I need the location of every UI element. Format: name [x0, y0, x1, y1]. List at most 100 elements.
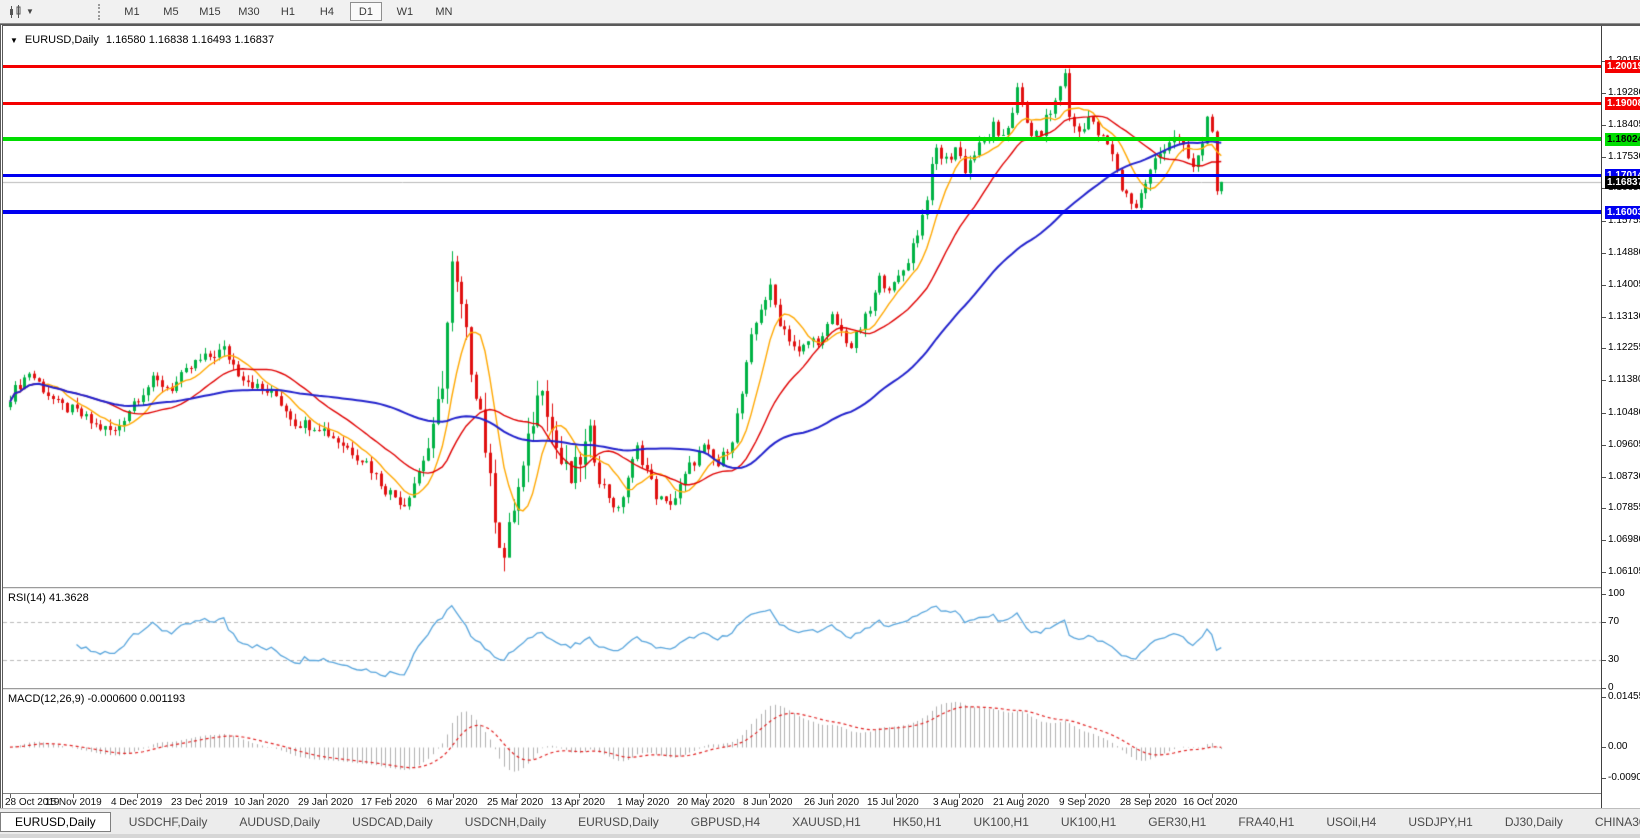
- macd-label: MACD(12,26,9) -0.000600 0.001193: [8, 693, 185, 705]
- timeframe-button-m5[interactable]: M5: [155, 2, 187, 21]
- date-axis-label: 3 Aug 2020: [933, 797, 984, 808]
- axis-tick-mark: [1602, 93, 1606, 94]
- axis-tick-mark: [1602, 747, 1606, 748]
- chart-tab-uk100-h1[interactable]: UK100,H1: [960, 812, 1043, 832]
- dropdown-caret-icon: ▼: [26, 8, 34, 16]
- chart-tab-dj30-daily[interactable]: DJ30,Daily: [1491, 812, 1577, 832]
- chart-window: ▼ EURUSD,Daily 1.16580 1.16838 1.16493 1…: [0, 24, 1640, 808]
- level-price-badge-1.20019: 1.20019: [1605, 60, 1640, 73]
- chart-tab-gbpusd-h4[interactable]: GBPUSD,H4: [677, 812, 774, 832]
- price-axis-label: 1.06980: [1608, 534, 1640, 545]
- axis-tick-mark: [1602, 477, 1606, 478]
- rsi-axis-label: 30: [1608, 654, 1619, 665]
- chart-symbol-label: EURUSD,Daily: [25, 34, 99, 46]
- chart-tab-uk100-h1[interactable]: UK100,H1: [1047, 812, 1130, 832]
- date-axis-label: 1 May 2020: [617, 797, 669, 808]
- rsi-axis-label: 70: [1608, 616, 1619, 627]
- date-axis-label: 6 Mar 2020: [427, 797, 478, 808]
- rsi-axis-label: 100: [1608, 588, 1625, 599]
- horizontal-level-line-1.16003[interactable]: [3, 210, 1601, 214]
- price-axis-label: 1.10480: [1608, 407, 1640, 418]
- collapse-triangle-icon: ▼: [10, 36, 18, 45]
- price-axis-label: 1.18405: [1608, 119, 1640, 130]
- date-axis-label: 15 Jul 2020: [867, 797, 919, 808]
- chart-tab-china300-h1[interactable]: CHINA300,H1: [1581, 812, 1640, 832]
- current-price-badge: 1.16837: [1605, 176, 1640, 189]
- axis-tick-mark: [1602, 348, 1606, 349]
- axis-tick-mark: [1602, 688, 1606, 689]
- timeframe-buttons: M1 M5 M15 M30 H1 H4 D1 W1 MN: [116, 2, 467, 21]
- macd-pane[interactable]: MACD(12,26,9) -0.000600 0.001193: [3, 690, 1601, 792]
- axis-tick-mark: [1602, 660, 1606, 661]
- timeframe-button-w1[interactable]: W1: [389, 2, 421, 21]
- date-axis-label: 4 Dec 2019: [111, 797, 162, 808]
- horizontal-level-line-1.19008[interactable]: [3, 102, 1601, 105]
- macd-axis-label: 0.014556: [1608, 691, 1640, 702]
- level-price-badge-1.18024: 1.18024: [1605, 133, 1640, 146]
- chart-tab-usdjpy-h1[interactable]: USDJPY,H1: [1394, 812, 1486, 832]
- axis-tick-mark: [1602, 622, 1606, 623]
- date-axis-label: 29 Jan 2020: [298, 797, 353, 808]
- date-axis-label: 26 Jun 2020: [804, 797, 859, 808]
- axis-tick-mark: [1602, 445, 1606, 446]
- timeframe-button-m15[interactable]: M15: [194, 2, 226, 21]
- level-price-badge-1.19008: 1.19008: [1605, 97, 1640, 110]
- chart-tab-usdcnh-daily[interactable]: USDCNH,Daily: [451, 812, 560, 832]
- price-axis-label: 1.06105: [1608, 566, 1640, 577]
- horizontal-level-line-1.18024[interactable]: [3, 137, 1601, 141]
- chart-tab-eurusd-daily[interactable]: EURUSD,Daily: [0, 812, 111, 832]
- date-axis-label: 23 Dec 2019: [171, 797, 228, 808]
- chart-tab-usdchf-daily[interactable]: USDCHF,Daily: [115, 812, 222, 832]
- price-axis-label: 1.12255: [1608, 342, 1640, 353]
- chart-tab-eurusd-daily[interactable]: EURUSD,Daily: [564, 812, 673, 832]
- date-axis-label: 17 Feb 2020: [361, 797, 417, 808]
- horizontal-level-line-1.17014[interactable]: [3, 174, 1601, 177]
- horizontal-level-line-1.20019[interactable]: [3, 65, 1601, 68]
- candlestick-chart-icon: [8, 5, 24, 19]
- price-axis[interactable]: 1.201551.192801.184051.175301.166551.157…: [1601, 26, 1640, 808]
- price-axis-label: 1.13130: [1608, 311, 1640, 322]
- chart-tab-ger30-h1[interactable]: GER30,H1: [1134, 812, 1220, 832]
- chart-tab-usoil-h4[interactable]: USOil,H4: [1312, 812, 1390, 832]
- axis-tick-mark: [1602, 508, 1606, 509]
- timeframe-button-h1[interactable]: H1: [272, 2, 304, 21]
- chart-header: ▼ EURUSD,Daily 1.16580 1.16838 1.16493 1…: [10, 34, 274, 46]
- axis-tick-mark: [1602, 253, 1606, 254]
- price-axis-label: 1.14880: [1608, 247, 1640, 258]
- date-axis[interactable]: 28 Oct 201915 Nov 20194 Dec 201923 Dec 2…: [3, 793, 1601, 809]
- axis-tick-mark: [1602, 125, 1606, 126]
- date-axis-label: 25 Mar 2020: [487, 797, 543, 808]
- price-axis-label: 1.08730: [1608, 471, 1640, 482]
- axis-tick-mark: [1602, 157, 1606, 158]
- chart-tab-xauusd-h1[interactable]: XAUUSD,H1: [778, 812, 875, 832]
- timeframe-button-m1[interactable]: M1: [116, 2, 148, 21]
- price-axis-label: 1.14005: [1608, 279, 1640, 290]
- chart-tab-audusd-daily[interactable]: AUDUSD,Daily: [225, 812, 334, 832]
- axis-tick-mark: [1602, 221, 1606, 222]
- timeframe-button-h4[interactable]: H4: [311, 2, 343, 21]
- timeframe-button-m30[interactable]: M30: [233, 2, 265, 21]
- chart-tab-fra40-h1[interactable]: FRA40,H1: [1224, 812, 1308, 832]
- date-axis-label: 13 Apr 2020: [551, 797, 605, 808]
- chart-tab-bar: EURUSD,DailyUSDCHF,DailyAUDUSD,DailyUSDC…: [0, 808, 1640, 834]
- axis-tick-mark: [1602, 697, 1606, 698]
- rsi-pane[interactable]: RSI(14) 41.3628: [3, 589, 1601, 688]
- price-chart-pane[interactable]: ▼ EURUSD,Daily 1.16580 1.16838 1.16493 1…: [3, 29, 1601, 587]
- chart-tab-hk50-h1[interactable]: HK50,H1: [879, 812, 956, 832]
- timeframe-button-mn[interactable]: MN: [428, 2, 460, 21]
- price-axis-label: 1.17530: [1608, 151, 1640, 162]
- date-axis-label: 21 Aug 2020: [993, 797, 1049, 808]
- macd-axis-label: -0.009003: [1608, 772, 1640, 783]
- price-axis-label: 1.11380: [1608, 374, 1640, 385]
- status-strip: [0, 834, 1640, 838]
- toolbar: ▼ M1 M5 M15 M30 H1 H4 D1 W1 MN: [0, 0, 1640, 24]
- chart-tab-usdcad-daily[interactable]: USDCAD,Daily: [338, 812, 447, 832]
- toolbar-grip[interactable]: [98, 4, 102, 20]
- trading-terminal: ▼ M1 M5 M15 M30 H1 H4 D1 W1 MN ▼ EURUSD,Daily 1.…: [0, 0, 1640, 838]
- date-axis-label: 10 Jan 2020: [234, 797, 289, 808]
- chart-type-button[interactable]: ▼: [4, 2, 38, 22]
- timeframe-button-d1[interactable]: D1: [350, 2, 382, 21]
- axis-tick-mark: [1602, 317, 1606, 318]
- axis-tick-mark: [1602, 413, 1606, 414]
- date-axis-label: 8 Jun 2020: [743, 797, 793, 808]
